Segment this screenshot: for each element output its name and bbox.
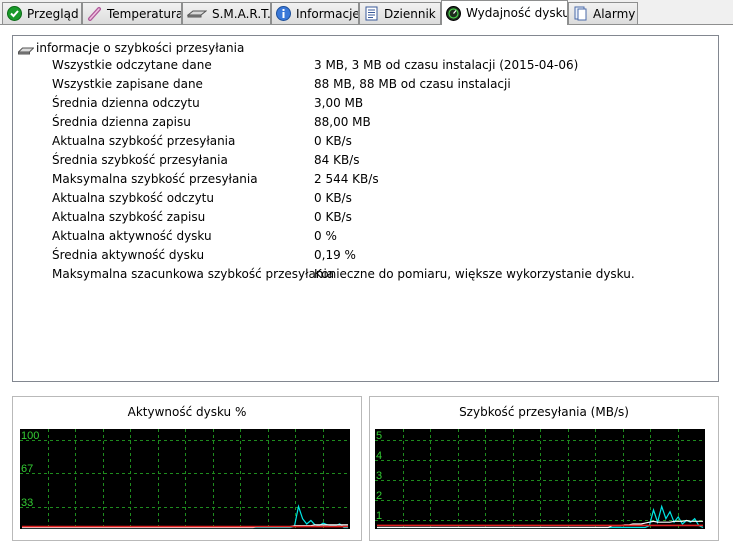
alarm-document-icon bbox=[573, 6, 588, 21]
row-label: Średnia aktywność dysku bbox=[52, 248, 205, 262]
info-icon bbox=[276, 6, 291, 21]
list-item[interactable]: Średnia szybkość przesyłania 84 KB/s bbox=[13, 151, 713, 169]
row-value: Konieczne do pomiaru, większe wykorzysta… bbox=[314, 267, 635, 281]
row-label: Maksymalna szybkość przesyłania bbox=[52, 172, 258, 186]
row-label: Średnia szybkość przesyłania bbox=[52, 153, 228, 167]
tab-alarmy[interactable]: Alarmy bbox=[568, 2, 638, 24]
y-tick-label: 33 bbox=[21, 497, 33, 509]
row-label: Aktualna szybkość odczytu bbox=[52, 191, 214, 205]
y-tick-label: 5 bbox=[376, 430, 382, 442]
y-tick-label: 67 bbox=[21, 463, 33, 475]
row-label: Aktualna aktywność dysku bbox=[52, 229, 212, 243]
check-circle-icon bbox=[7, 6, 22, 21]
tab-informacje[interactable]: Informacje bbox=[271, 2, 359, 24]
y-tick-label: 100 bbox=[21, 430, 39, 442]
tab-temperatura[interactable]: Temperatura bbox=[82, 2, 182, 24]
tab-label: Informacje bbox=[296, 6, 359, 21]
tab-label: S.M.A.R.T. bbox=[212, 6, 271, 21]
row-value: 0,19 % bbox=[314, 248, 356, 262]
disk-activity-chart: 100 67 33 bbox=[20, 429, 350, 529]
row-value: 0 KB/s bbox=[314, 210, 352, 224]
tab-smart[interactable]: S.M.A.R.T. bbox=[182, 2, 271, 24]
chart-title: Aktywność dysku % bbox=[127, 405, 247, 419]
group-header: informacje o szybkości przesyłania bbox=[17, 40, 245, 56]
list-item[interactable]: Maksymalna szybkość przesyłania 2 544 KB/… bbox=[13, 170, 713, 188]
list-item[interactable]: Maksymalna szacunkowa szybkość przesyłan… bbox=[13, 265, 713, 283]
y-tick-label: 4 bbox=[376, 450, 382, 462]
transfer-info-list[interactable]: informacje o szybkości przesyłania Wszys… bbox=[12, 35, 719, 382]
row-value: 2 544 KB/s bbox=[314, 172, 379, 186]
y-tick-label: 1 bbox=[376, 510, 382, 522]
tab-label: Temperatura bbox=[107, 6, 182, 21]
chart-title: Szybkość przesyłania (MB/s) bbox=[459, 405, 629, 419]
list-item[interactable]: Wszystkie odczytane dane 3 MB, 3 MB od cz… bbox=[13, 56, 713, 74]
thermometer-icon bbox=[87, 6, 102, 21]
group-title: informacje o szybkości przesyłania bbox=[36, 41, 245, 55]
row-label: Maksymalna szacunkowa szybkość przesyłan… bbox=[52, 267, 335, 281]
row-label: Aktualna szybkość zapisu bbox=[52, 210, 206, 224]
list-item[interactable]: Średnia aktywność dysku 0,19 % bbox=[13, 246, 713, 264]
list-item[interactable]: Aktualna szybkość przesyłania 0 KB/s bbox=[13, 132, 713, 150]
transfer-speed-chart: 5 4 3 2 1 bbox=[375, 429, 705, 529]
transfer-speed-chart-panel: Szybkość przesyłania (MB/s) 5 4 3 2 1 bbox=[369, 396, 719, 541]
disk-drive-icon bbox=[186, 6, 208, 21]
list-item[interactable]: Średnia dzienna zapisu 88,00 MB bbox=[13, 113, 713, 131]
disk-drive-icon bbox=[17, 44, 35, 54]
list-item[interactable]: Wszystkie zapisane dane 88 MB, 88 MB od c… bbox=[13, 75, 713, 93]
tab-dziennik[interactable]: Dziennik bbox=[359, 2, 441, 24]
tab-label: Dziennik bbox=[384, 6, 436, 21]
row-label: Średnia dzienna zapisu bbox=[52, 115, 191, 129]
tab-przeglad[interactable]: Przegląd bbox=[2, 2, 82, 24]
row-label: Wszystkie odczytane dane bbox=[52, 58, 212, 72]
row-value: 88,00 MB bbox=[314, 115, 371, 129]
row-value: 88 MB, 88 MB od czasu instalacji bbox=[314, 77, 511, 91]
log-document-icon bbox=[364, 6, 379, 21]
row-value: 84 KB/s bbox=[314, 153, 360, 167]
list-item[interactable]: Średnia dzienna odczytu 3,00 MB bbox=[13, 94, 713, 112]
row-value: 3 MB, 3 MB od czasu instalacji (2015-04-… bbox=[314, 58, 579, 72]
disk-activity-chart-panel: Aktywność dysku % 100 67 33 bbox=[12, 396, 362, 541]
speedometer-icon bbox=[446, 5, 461, 21]
row-value: 0 KB/s bbox=[314, 191, 352, 205]
y-tick-label: 3 bbox=[376, 470, 382, 482]
row-value: 0 % bbox=[314, 229, 337, 243]
row-value: 0 KB/s bbox=[314, 134, 352, 148]
tab-label: Wydajność dysku bbox=[466, 6, 568, 20]
list-item[interactable]: Aktualna szybkość odczytu 0 KB/s bbox=[13, 189, 713, 207]
list-item[interactable]: Aktualna szybkość zapisu 0 KB/s bbox=[13, 208, 713, 226]
y-tick-label: 2 bbox=[376, 490, 382, 502]
status-strip bbox=[0, 541, 733, 555]
list-item[interactable]: Aktualna aktywność dysku 0 % bbox=[13, 227, 713, 245]
tab-label: Alarmy bbox=[593, 6, 636, 21]
row-value: 3,00 MB bbox=[314, 96, 364, 110]
row-label: Wszystkie zapisane dane bbox=[52, 77, 203, 91]
tab-bar: Przegląd Temperatura S.M.A.R.T. Informac… bbox=[0, 0, 733, 25]
row-label: Średnia dzienna odczytu bbox=[52, 96, 200, 110]
tab-wydajnosc-dysku[interactable]: Wydajność dysku bbox=[441, 0, 568, 25]
row-label: Aktualna szybkość przesyłania bbox=[52, 134, 236, 148]
tab-label: Przegląd bbox=[27, 6, 79, 21]
